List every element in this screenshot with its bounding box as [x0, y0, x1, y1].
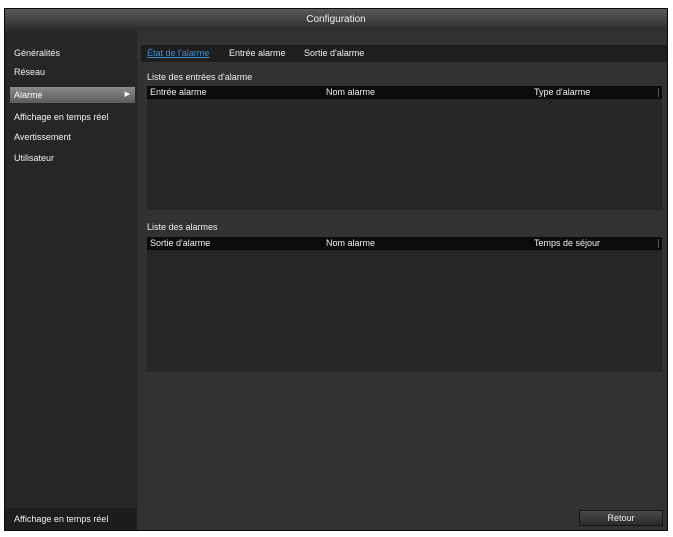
tab-entree-alarme[interactable]: Entrée alarme: [229, 45, 286, 62]
sidebar-item-label: Réseau: [14, 67, 46, 77]
column-header[interactable]: Entrée alarme: [150, 86, 207, 99]
column-header[interactable]: Nom alarme: [326, 86, 375, 99]
sidebar-item-affichage[interactable]: Affichage en temps réel: [10, 109, 135, 125]
column-divider: [658, 239, 659, 248]
sidebar-item-label: Généralités: [14, 48, 61, 58]
alarm-output-table: Sortie d'alarme Nom alarme Temps de séjo…: [147, 237, 662, 372]
column-header[interactable]: Temps de séjour: [534, 237, 600, 250]
sidebar-item-label: Alarme: [14, 90, 43, 100]
window-title: Configuration: [5, 9, 667, 31]
chevron-right-icon: ▶: [124, 91, 130, 98]
sidebar-item-utilisateur[interactable]: Utilisateur: [10, 150, 135, 166]
column-header[interactable]: Nom alarme: [326, 237, 375, 250]
sidebar-item-label: Avertissement: [14, 132, 71, 142]
column-divider: [658, 88, 659, 97]
tab-etat-alarme[interactable]: État de l'alarme: [147, 45, 209, 62]
live-view-button[interactable]: Affichage en temps réel: [5, 508, 137, 530]
sidebar-item-alarme[interactable]: Alarme ▶: [10, 87, 135, 103]
back-button[interactable]: Retour: [579, 510, 663, 526]
alarm-input-list-title: Liste des entrées d'alarme: [147, 72, 253, 82]
tab-sortie-alarme[interactable]: Sortie d'alarme: [304, 45, 364, 62]
alarm-input-table: Entrée alarme Nom alarme Type d'alarme: [147, 86, 662, 210]
sidebar: Généralités Réseau Alarme ▶ Affichage en…: [5, 31, 137, 530]
alarm-output-list-title: Liste des alarmes: [147, 222, 218, 232]
sidebar-item-label: Affichage en temps réel: [14, 112, 109, 122]
sidebar-item-avertissement[interactable]: Avertissement: [10, 129, 135, 145]
sidebar-item-reseau[interactable]: Réseau: [10, 64, 135, 80]
alarm-input-table-header: Entrée alarme Nom alarme Type d'alarme: [147, 86, 662, 99]
sidebar-item-generalites[interactable]: Généralités: [10, 45, 135, 61]
configuration-window: Configuration Généralités Réseau Alarme …: [4, 8, 668, 531]
sidebar-item-label: Utilisateur: [14, 153, 55, 163]
column-header[interactable]: Type d'alarme: [534, 86, 590, 99]
column-header[interactable]: Sortie d'alarme: [150, 237, 210, 250]
main-content: État de l'alarme Entrée alarme Sortie d'…: [137, 31, 667, 530]
tab-bar: État de l'alarme Entrée alarme Sortie d'…: [141, 45, 667, 62]
alarm-output-table-header: Sortie d'alarme Nom alarme Temps de séjo…: [147, 237, 662, 250]
